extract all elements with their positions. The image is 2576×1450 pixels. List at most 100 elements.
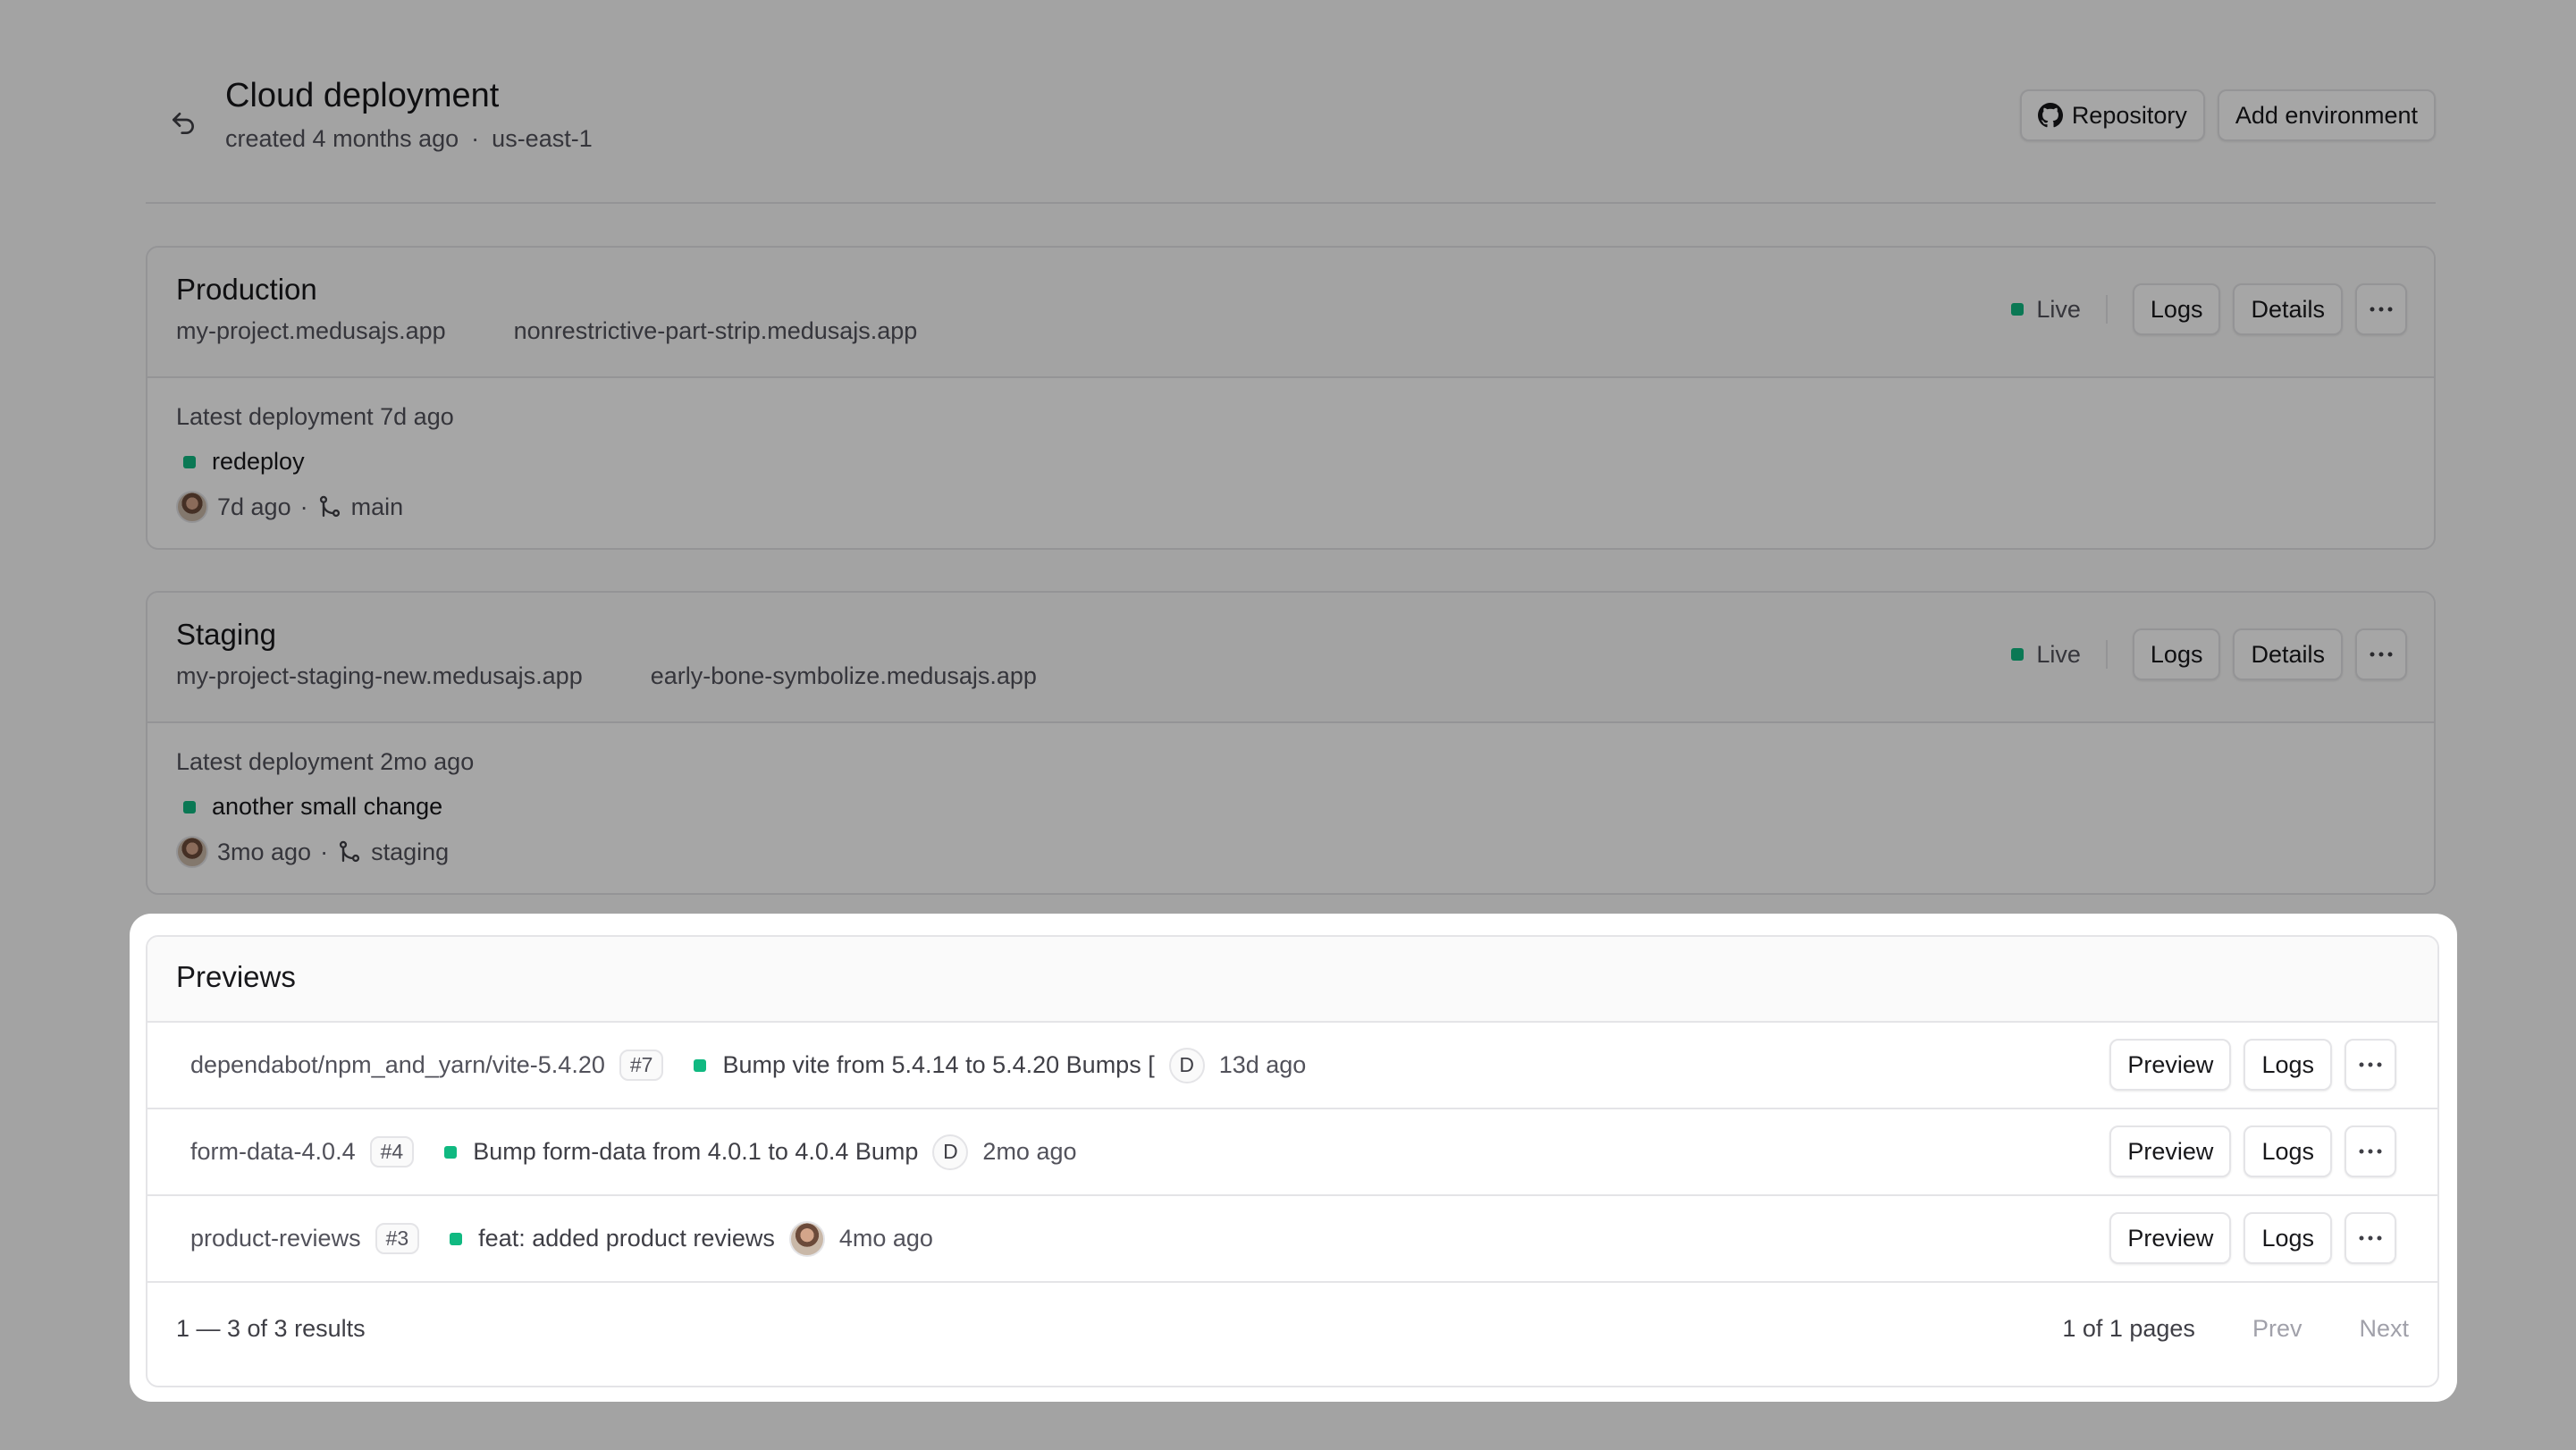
preview-commit: feat: added product reviews: [450, 1225, 775, 1252]
meta-separator: ·: [320, 838, 329, 865]
preview-actions: Preview Logs: [2109, 1212, 2396, 1264]
results-count: 1 — 3 of 3 results: [176, 1315, 366, 1342]
commit-message: feat: added product reviews: [478, 1225, 775, 1252]
status-dot: [694, 1058, 707, 1072]
more-actions-button[interactable]: [2355, 283, 2407, 335]
pr-badge: #3: [375, 1223, 420, 1254]
page-subtitle: created 4 months ago · us-east-1: [225, 125, 593, 153]
github-icon: [2037, 103, 2063, 128]
preview-time: 2mo ago: [982, 1138, 1077, 1165]
preview-row[interactable]: dependabot/npm_and_yarn/vite-5.4.20 #7 B…: [147, 1023, 2437, 1109]
commit[interactable]: another small change: [183, 793, 442, 821]
environment-actions: Live Logs Details: [2011, 283, 2407, 335]
domain-link[interactable]: early-bone-symbolize.medusajs.app: [651, 662, 1037, 690]
latest-deployment: Latest deployment 2mo ago another small …: [147, 723, 2434, 893]
details-button[interactable]: Details: [2233, 283, 2343, 335]
preview-button[interactable]: Preview: [2109, 1039, 2232, 1091]
latest-deployment-label: Latest deployment 7d ago: [176, 403, 454, 430]
preview-actions: Preview Logs: [2109, 1039, 2396, 1091]
preview-commit: Bump form-data from 4.0.1 to 4.0.4 Bump: [444, 1138, 918, 1166]
ellipsis-icon: [2370, 307, 2393, 312]
previews-card: Previews dependabot/npm_and_yarn/vite-5.…: [146, 935, 2439, 1387]
status-label: Live: [2036, 640, 2081, 668]
branch-name: main: [350, 493, 404, 520]
preview-branch: product-reviews: [190, 1225, 361, 1252]
branch-name: staging: [371, 838, 450, 865]
next-button[interactable]: Next: [2359, 1315, 2409, 1343]
prev-button[interactable]: Prev: [2252, 1315, 2302, 1343]
commit-message: another small change: [212, 793, 443, 820]
avatar: D: [932, 1134, 969, 1170]
page-indicator: 1 of 1 pages: [2062, 1315, 2195, 1342]
preview-row[interactable]: form-data-4.0.4 #4 Bump form-data from 4…: [147, 1109, 2437, 1196]
domain-link[interactable]: my-project.medusajs.app: [176, 317, 446, 345]
previews-header: Previews: [147, 937, 2437, 1023]
more-actions-button[interactable]: [2355, 628, 2407, 680]
previews-title: Previews: [176, 960, 296, 993]
environment-header: Production my-project.medusajs.app nonre…: [147, 248, 2434, 378]
more-actions-button[interactable]: [2344, 1039, 2396, 1091]
environment-header: Staging my-project-staging-new.medusajs.…: [147, 593, 2434, 723]
status-dot: [2011, 303, 2025, 316]
logs-button[interactable]: Logs: [2132, 283, 2221, 335]
preview-branch: form-data-4.0.4: [190, 1138, 356, 1165]
page-title: Cloud deployment: [225, 77, 500, 114]
page-header: Cloud deployment created 4 months ago · …: [146, 72, 2436, 204]
ellipsis-icon: [2359, 1149, 2382, 1154]
avatar: [176, 491, 208, 523]
header-actions: Repository Add environment: [2019, 89, 2436, 141]
subtitle-separator: ·: [471, 125, 480, 152]
environment-actions: Live Logs Details: [2011, 628, 2407, 680]
commit[interactable]: redeploy: [183, 448, 305, 476]
domain-link[interactable]: nonrestrictive-part-strip.medusajs.app: [514, 317, 918, 345]
preview-button[interactable]: Preview: [2109, 1125, 2232, 1177]
environment-card-production: Production my-project.medusajs.app nonre…: [146, 246, 2436, 550]
avatar: [788, 1220, 825, 1257]
back-button[interactable]: [158, 98, 208, 148]
pr-badge: #4: [369, 1136, 415, 1168]
logs-button[interactable]: Logs: [2132, 628, 2221, 680]
previews-highlight: Previews dependabot/npm_and_yarn/vite-5.…: [130, 914, 2457, 1402]
environment-name: Production: [176, 273, 317, 306]
preview-time: 4mo ago: [838, 1225, 933, 1252]
preview-actions: Preview Logs: [2109, 1125, 2396, 1177]
logs-button[interactable]: Logs: [2243, 1125, 2332, 1177]
preview-button[interactable]: Preview: [2109, 1212, 2232, 1264]
pr-badge: #7: [619, 1050, 664, 1081]
logs-button[interactable]: Logs: [2243, 1212, 2332, 1264]
status-dot: [450, 1232, 463, 1245]
environment-card-staging: Staging my-project-staging-new.medusajs.…: [146, 591, 2436, 895]
deployment-time: 3mo ago: [217, 838, 312, 865]
latest-deployment: Latest deployment 7d ago redeploy 7d ago…: [147, 378, 2434, 548]
add-environment-button[interactable]: Add environment: [2217, 89, 2436, 141]
ellipsis-icon: [2359, 1062, 2382, 1067]
details-button[interactable]: Details: [2233, 628, 2343, 680]
more-actions-button[interactable]: [2344, 1212, 2396, 1264]
avatar: [176, 836, 208, 868]
preview-time: 13d ago: [1218, 1051, 1307, 1078]
status-dot: [444, 1145, 458, 1159]
created-date: created 4 months ago: [225, 125, 459, 152]
pager: 1 of 1 pages Prev Next: [2062, 1315, 2409, 1343]
preview-branch: dependabot/npm_and_yarn/vite-5.4.20: [190, 1051, 605, 1078]
repository-button[interactable]: Repository: [2019, 89, 2205, 141]
environment-name: Staging: [176, 618, 276, 651]
meta-separator: ·: [299, 493, 308, 520]
domain-link[interactable]: my-project-staging-new.medusajs.app: [176, 662, 583, 690]
git-branch-icon: [339, 840, 360, 863]
git-branch-icon: [319, 495, 340, 518]
repository-label: Repository: [2071, 101, 2187, 129]
avatar: D: [1168, 1047, 1205, 1083]
environment-domains: my-project-staging-new.medusajs.app earl…: [176, 662, 1037, 690]
preview-row[interactable]: product-reviews #3 feat: added product r…: [147, 1196, 2437, 1283]
deployment-meta: 7d ago · main: [176, 491, 403, 523]
logs-button[interactable]: Logs: [2243, 1039, 2332, 1091]
status-dot: [183, 455, 196, 468]
ellipsis-icon: [2370, 652, 2393, 657]
commit-message: Bump form-data from 4.0.1 to 4.0.4 Bump: [473, 1138, 919, 1165]
status-label: Live: [2036, 295, 2081, 323]
status-dot: [2011, 648, 2025, 661]
more-actions-button[interactable]: [2344, 1125, 2396, 1177]
latest-deployment-label: Latest deployment 2mo ago: [176, 748, 475, 775]
commit-message: Bump vite from 5.4.14 to 5.4.20 Bumps [: [722, 1051, 1155, 1078]
